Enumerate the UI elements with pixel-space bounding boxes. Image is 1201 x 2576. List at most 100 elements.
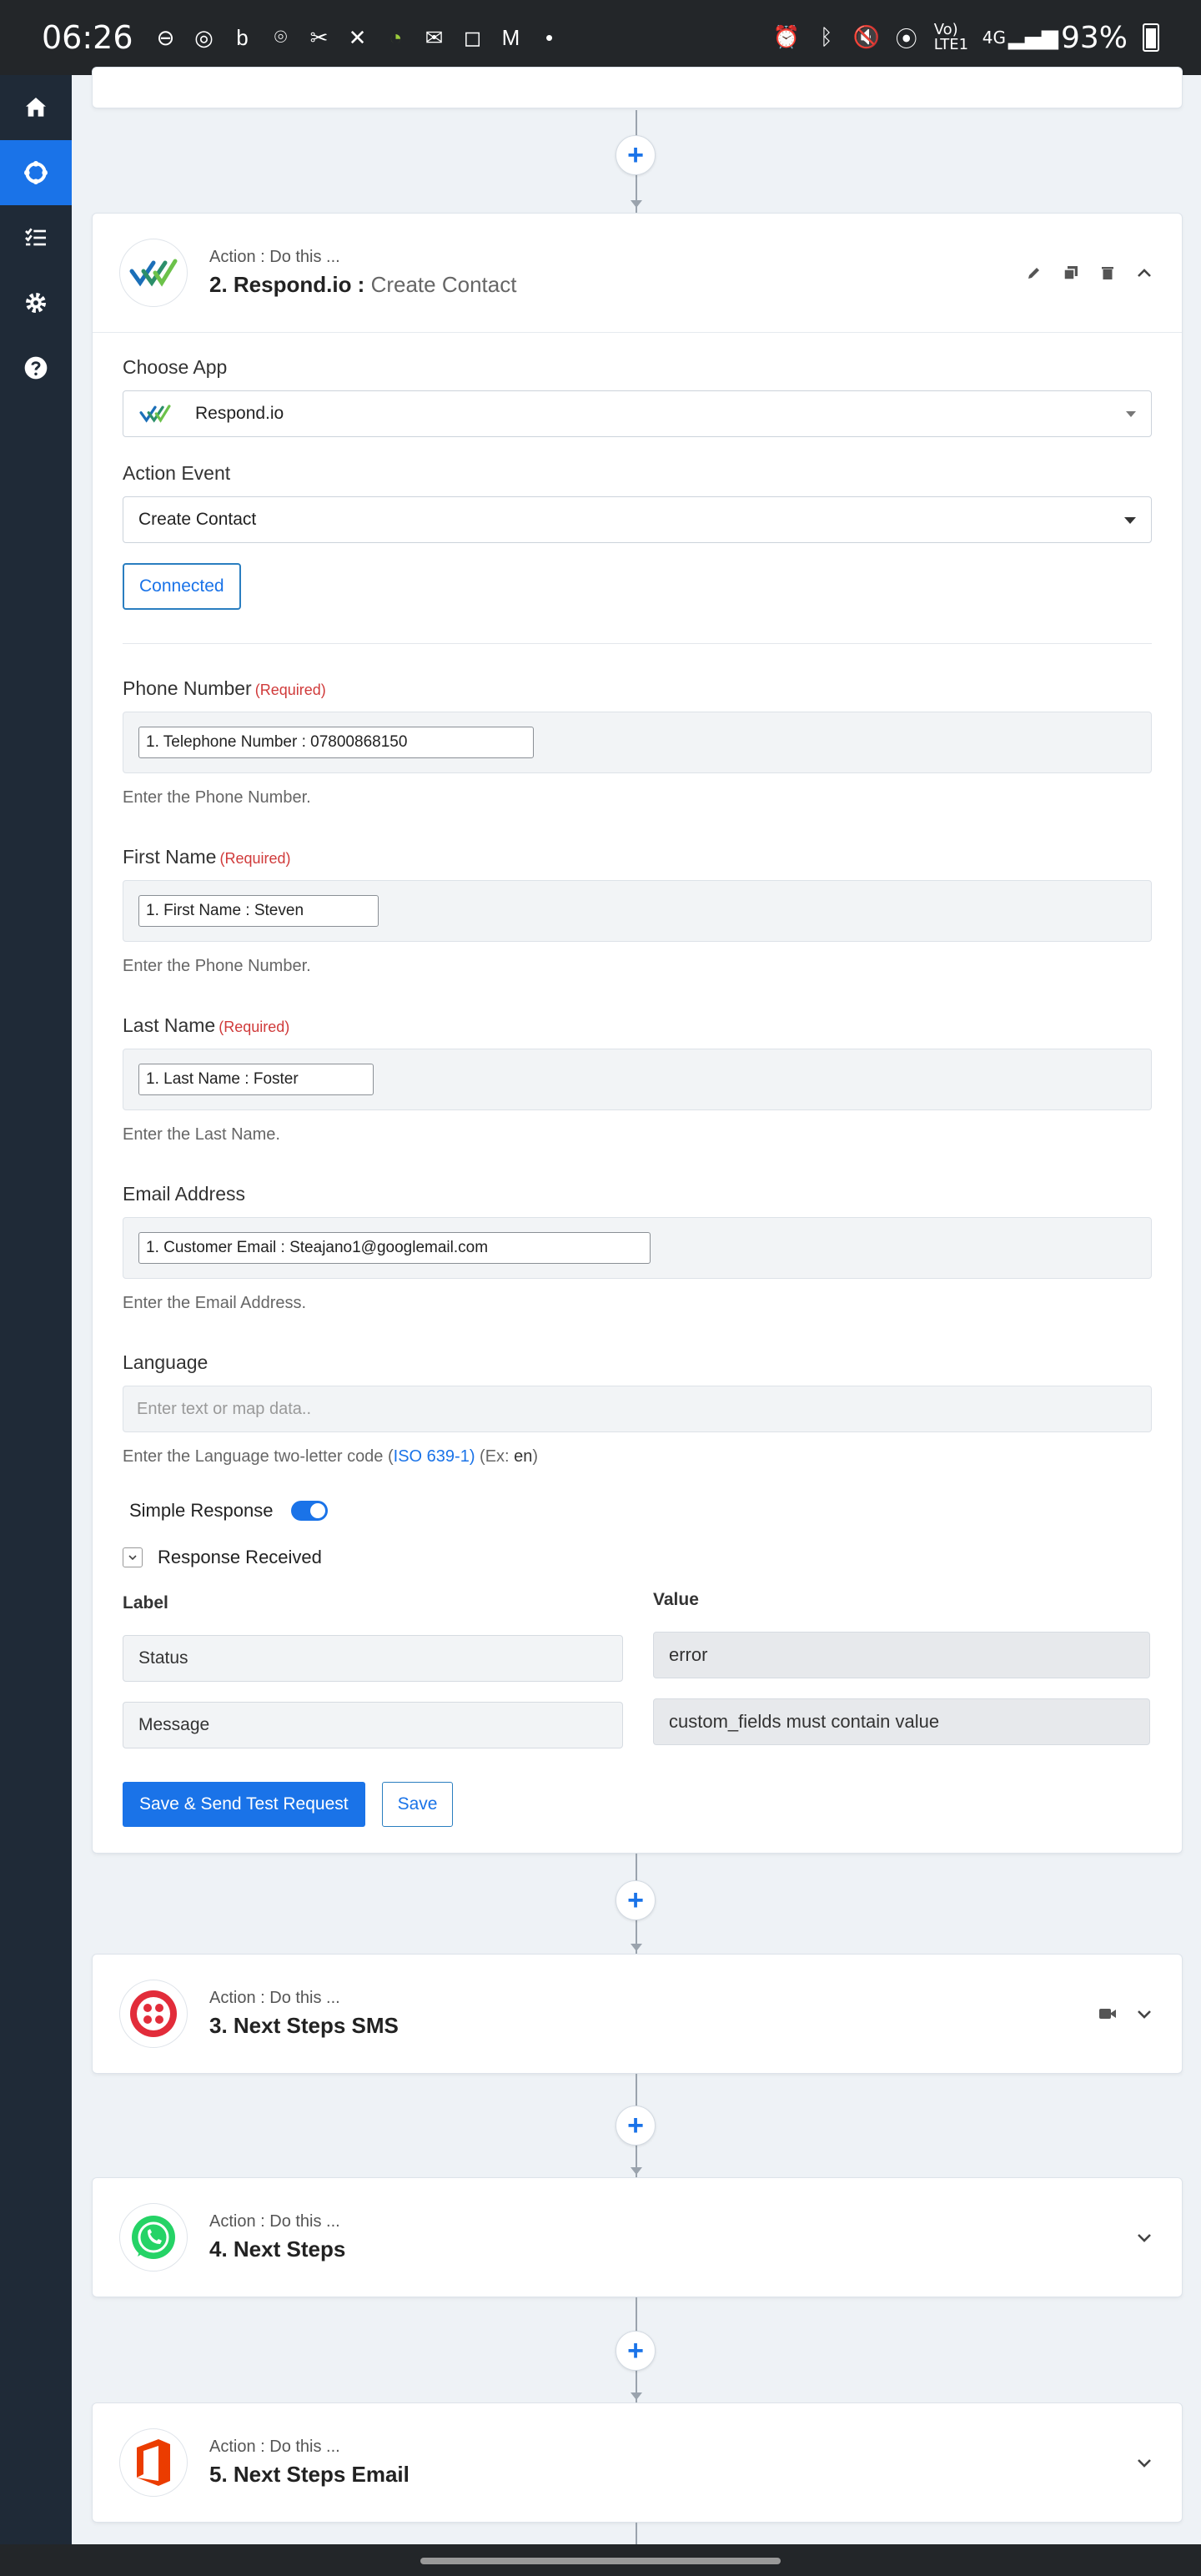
step-subtitle: Action : Do this ... <box>209 2438 340 2456</box>
tools-icon: ✂ <box>309 24 329 50</box>
step-card-respondio: Action : Do this ... 2. Respond.io : Cre… <box>92 213 1183 1854</box>
chevron-down-icon[interactable] <box>1133 2003 1155 2025</box>
email-input[interactable]: 1. Customer Email : Steajano1@googlemail… <box>123 1217 1152 1279</box>
first-name-input[interactable]: 1. First Name : Steven <box>123 880 1152 942</box>
iso-639-link[interactable]: ISO 639-1) <box>394 1447 475 1466</box>
chevron-down-icon[interactable] <box>123 1547 143 1567</box>
sidebar-item-home[interactable] <box>0 75 72 140</box>
action-buttons: Save & Send Test Request Save <box>123 1782 1152 1827</box>
office-logo <box>119 2428 188 2497</box>
save-button[interactable]: Save <box>381 1782 454 1827</box>
add-step-button[interactable]: + <box>616 2106 656 2146</box>
whatsapp-logo <box>119 2203 188 2272</box>
connector-arrow <box>631 2392 642 2400</box>
sidebar-item-workflows[interactable] <box>0 140 72 205</box>
signal-type: 4G <box>982 28 1006 48</box>
connected-button[interactable]: Connected <box>123 563 241 610</box>
sidebar <box>0 75 72 2544</box>
twilio-icon <box>130 1990 177 2037</box>
language-label: Language <box>123 1351 209 1373</box>
mute-icon: 🔇 <box>852 25 880 50</box>
language-help-example: en <box>514 1447 533 1466</box>
step-title: 4. Next Steps <box>209 2236 346 2262</box>
app-icon: ✕ <box>348 24 367 50</box>
sidebar-item-help[interactable] <box>0 335 72 400</box>
step-card-email[interactable]: Action : Do this ... 5. Next Steps Email <box>92 2402 1183 2523</box>
response-received-row[interactable]: Response Received <box>123 1547 1152 1568</box>
choose-app-select[interactable]: Respond.io <box>123 390 1152 437</box>
chevron-down-icon <box>1124 517 1136 524</box>
response-value-status: error <box>653 1632 1150 1678</box>
home-icon <box>26 98 46 117</box>
network-label: Vo) LTE1 <box>933 21 969 53</box>
connector-arrow <box>631 200 642 208</box>
step-header[interactable]: Action : Do this ... 2. Respond.io : Cre… <box>93 214 1182 332</box>
delete-icon[interactable] <box>1097 262 1118 284</box>
whatsapp-notif-icon: ◎ <box>194 24 214 50</box>
last-name-label: Last Name (Required) <box>123 1014 1152 1037</box>
step-tools <box>1133 2226 1155 2248</box>
sidebar-item-settings[interactable] <box>0 270 72 335</box>
step-header-text: Action : Do this ... 5. Next Steps Email <box>209 2438 410 2488</box>
gesture-handle[interactable] <box>420 2558 781 2564</box>
chevron-up-icon[interactable] <box>1133 262 1155 284</box>
last-name-field: Last Name (Required) 1. Last Name : Foste… <box>123 1014 1152 1145</box>
language-help: Enter the Language two-letter code (ISO … <box>123 1447 1152 1467</box>
required-tag: (Required) <box>219 1019 290 1035</box>
language-help-mid: (Ex: <box>475 1447 515 1466</box>
step-header-text: Action : Do this ... 4. Next Steps <box>209 2212 345 2262</box>
step-tools <box>1023 262 1155 284</box>
value-header: Value <box>653 1590 699 1609</box>
add-step-button[interactable]: + <box>616 135 656 175</box>
duplicate-icon[interactable] <box>1060 262 1082 284</box>
mapped-data-chip[interactable]: 1. Customer Email : Steajano1@googlemail… <box>138 1232 651 1264</box>
save-send-test-button[interactable]: Save & Send Test Request <box>123 1782 365 1827</box>
step-card-whatsapp[interactable]: Action : Do this ... 4. Next Steps <box>92 2177 1183 2297</box>
required-tag: (Required) <box>254 682 326 698</box>
status-bar: 06:26 ⊖ ◎ b ⌾ ✂ ✕ ◔ ✉ ◻ M • ⏰ ᛒ 🔇 ⦿ Vo) … <box>0 0 1201 75</box>
phone-number-label: Phone Number (Required) <box>123 677 1152 700</box>
language-input[interactable]: Enter text or map data.. <box>123 1386 1152 1432</box>
edit-icon[interactable] <box>1023 262 1045 284</box>
step-card-sms[interactable]: Action : Do this ... 3. Next Steps SMS <box>92 1954 1183 2074</box>
sidebar-item-tasks[interactable] <box>0 205 72 270</box>
workflow-icon <box>24 161 48 184</box>
mapped-data-chip[interactable]: 1. First Name : Steven <box>138 895 379 927</box>
language-help-suffix: ) <box>532 1447 539 1466</box>
language-field: Language Enter text or map data.. Enter … <box>123 1351 1152 1467</box>
action-event-label: Action Event <box>123 462 231 484</box>
gmail-icon: M <box>501 24 520 50</box>
simple-response-label: Simple Response <box>129 1500 274 1521</box>
mapped-data-chip[interactable]: 1. Last Name : Foster <box>138 1064 374 1095</box>
phone-number-input[interactable]: 1. Telephone Number : 07800868150 <box>123 712 1152 773</box>
step-tools <box>1133 2452 1155 2473</box>
add-step-button[interactable]: + <box>616 2331 656 2371</box>
required-tag: (Required) <box>219 850 291 867</box>
step-title-app: 2. Respond.io : <box>209 272 365 297</box>
loading-icon: ◔ <box>389 24 403 50</box>
video-icon[interactable] <box>1097 2003 1118 2025</box>
chevron-down-icon[interactable] <box>1133 2226 1155 2248</box>
action-event-select[interactable]: Create Contact <box>123 496 1152 543</box>
add-step-button[interactable]: + <box>616 1880 656 1920</box>
email-field: Email Address 1. Customer Email : Steaja… <box>123 1183 1152 1313</box>
response-received-label: Response Received <box>158 1547 322 1567</box>
step-tools <box>1097 2003 1155 2025</box>
language-help-prefix: Enter the Language two-letter code ( <box>123 1447 394 1466</box>
first-name-label-text: First Name <box>123 846 217 868</box>
response-label-status: Status <box>123 1635 623 1682</box>
mapped-data-chip[interactable]: 1. Telephone Number : 07800868150 <box>138 727 534 758</box>
previous-step-card <box>92 67 1183 108</box>
choose-app-value: Respond.io <box>195 404 284 423</box>
simple-response-toggle[interactable] <box>291 1501 329 1521</box>
step-subtitle: Action : Do this ... <box>209 248 340 266</box>
chevron-down-icon[interactable] <box>1133 2452 1155 2473</box>
phone-number-help: Enter the Phone Number. <box>123 788 311 807</box>
last-name-input[interactable]: 1. Last Name : Foster <box>123 1049 1152 1110</box>
alarm-icon: ⏰ <box>772 25 800 50</box>
navigation-bar <box>0 2544 1201 2576</box>
step-title: 3. Next Steps SMS <box>209 2013 399 2038</box>
step-connector <box>636 2523 637 2544</box>
response-label-column: Label Status Message <box>123 1593 623 1748</box>
step-subtitle: Action : Do this ... <box>209 1989 340 2007</box>
